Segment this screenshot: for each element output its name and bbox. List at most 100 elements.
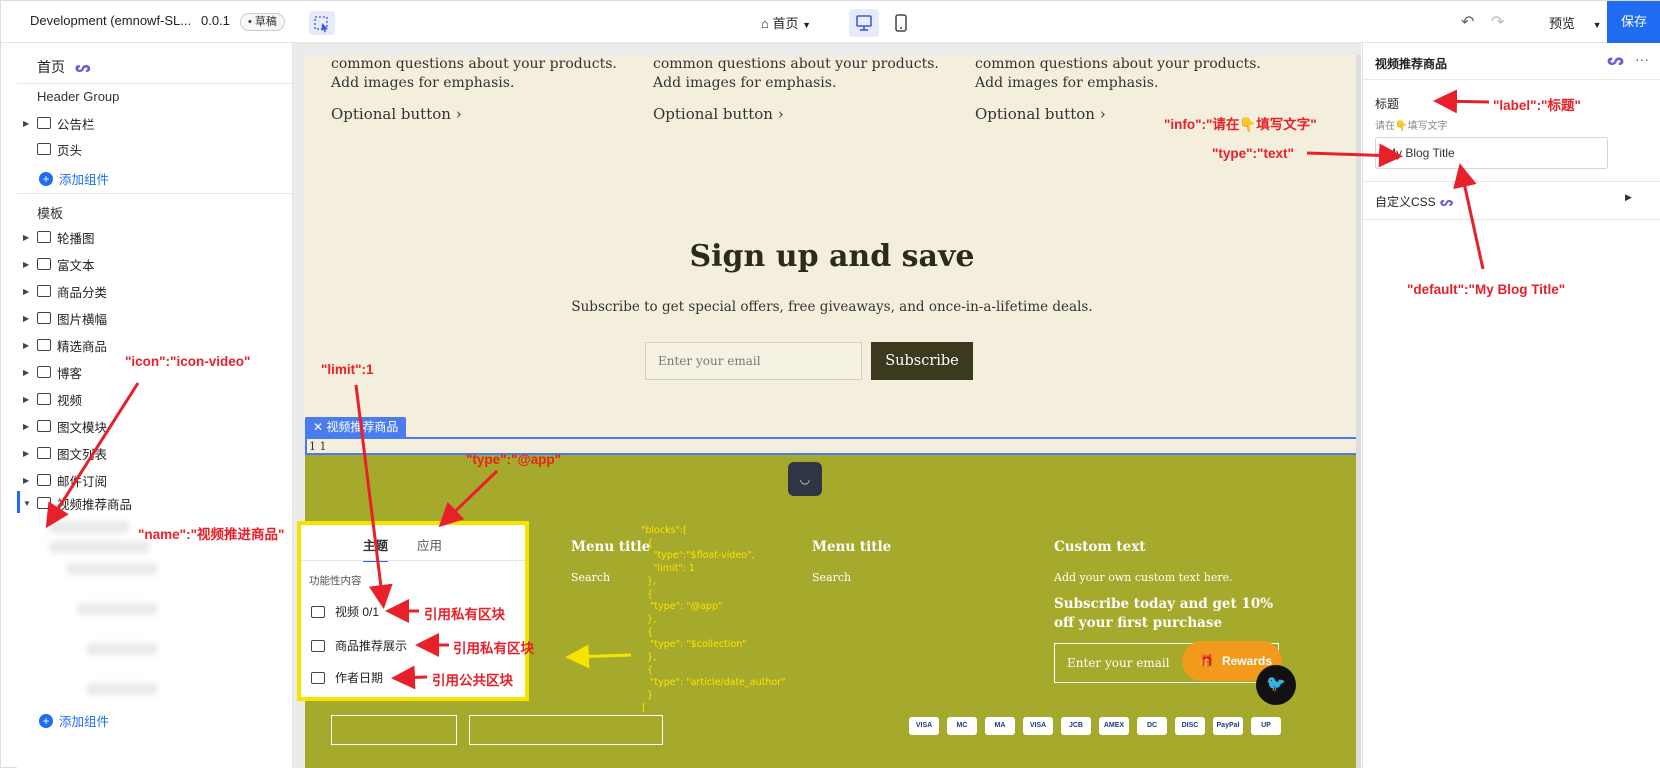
email-input[interactable]: Enter your email	[645, 342, 862, 380]
preview-label: 预览	[1549, 16, 1576, 31]
brand-logo-icon: ᔕ	[1439, 195, 1454, 209]
canvas-scrollbar[interactable]	[1356, 55, 1361, 768]
footer-promo: Subscribe today and get 10% off your fir…	[1054, 596, 1274, 631]
add-component-button[interactable]: + 添加组件	[39, 169, 109, 188]
tree-item-blog[interactable]: ▶ 博客	[23, 362, 82, 382]
annotation-public-block: 引用公共区块	[432, 673, 513, 688]
undo-icon[interactable]: ↶	[1461, 12, 1474, 32]
tab-theme[interactable]: 主题	[363, 535, 389, 562]
signup-subtitle: Subscribe to get special offers, free gi…	[571, 299, 1093, 315]
signup-title: Sign up and save	[689, 239, 975, 274]
app-title: Development (emnowf-SL...	[30, 13, 192, 28]
tree-item-category[interactable]: ▶ 商品分类	[23, 281, 107, 301]
tree-item-featured[interactable]: ▶ 精选商品	[23, 335, 107, 355]
more-icon[interactable]: ···	[1635, 51, 1649, 67]
preview-dropdown[interactable]: 预览 ▼	[1549, 13, 1602, 32]
payment-card-icon: DC	[1137, 717, 1167, 735]
divider	[17, 193, 293, 194]
json-overlay: "blocks":[ { "type":"$float-video", "lim…	[641, 525, 786, 714]
eye-closed-icon[interactable]: ◡	[788, 462, 822, 496]
caret-right-icon: ▶	[23, 340, 30, 350]
announcement-icon	[37, 117, 51, 129]
annotation-name: "name":"视频推进商品"	[138, 527, 285, 542]
title-input[interactable]: My Blog Title	[1375, 137, 1608, 169]
plus-icon: +	[39, 171, 53, 186]
annotation-label: "label":"标题"	[1493, 98, 1581, 113]
chevron-down-icon: ▼	[1592, 20, 1602, 30]
image-icon	[37, 231, 51, 243]
custom-css-toggle[interactable]: 自定义CSS ᔕ	[1375, 193, 1453, 210]
selected-section-outline[interactable]: 1 1	[305, 437, 1359, 455]
top-bar: Development (emnowf-SL... 0.0.1 • 草稿 ⌂ 首…	[1, 1, 1660, 43]
editor-app: Development (emnowf-SL... 0.0.1 • 草稿 ⌂ 首…	[0, 0, 1660, 768]
caret-right-icon: ▶	[23, 367, 30, 377]
app-version: 0.0.1	[201, 13, 230, 28]
chevron-down-icon: ▼	[802, 20, 812, 30]
divider	[1363, 79, 1660, 80]
popup-item-video[interactable]: 视频 0/1	[311, 603, 379, 620]
category-icon	[37, 285, 51, 297]
tree-item-video-products[interactable]: ▼ 视频推荐商品	[23, 493, 132, 513]
tree-item-newsletter[interactable]: ▶ 邮件订阅	[23, 470, 107, 490]
payment-card-icon: PayPal	[1213, 717, 1243, 735]
tree-item-banner[interactable]: ▶ 图片横幅	[23, 308, 107, 328]
optional-button[interactable]: Optional button ›	[331, 105, 462, 123]
bird-chat-icon[interactable]: 🐦	[1256, 665, 1296, 705]
payment-card-icon: MC	[947, 717, 977, 735]
annotation-type-text: "type":"text"	[1212, 146, 1294, 161]
popup-item-author-date[interactable]: 作者日期	[311, 669, 383, 686]
gift-icon: 🎁	[1199, 654, 1214, 668]
desktop-view-button[interactable]	[849, 9, 879, 37]
payment-card-icon: VISA	[1023, 717, 1053, 735]
page-select-label: 首页	[772, 16, 799, 31]
tree-item-image-text[interactable]: ▶ 图文模块	[23, 416, 107, 436]
video-icon	[37, 393, 51, 405]
right-panel: 视频推荐商品 ᔕ ··· 标题 请在👇填写文字 My Blog Title 自定…	[1362, 43, 1660, 768]
tree-item-carousel[interactable]: ▶ 轮播图	[23, 227, 95, 247]
payment-card-icon: MA	[985, 717, 1015, 735]
caret-right-icon: ▶	[23, 313, 30, 323]
footer-select-box[interactable]	[331, 715, 457, 745]
add-component-button[interactable]: + 添加组件	[39, 711, 109, 730]
divider	[1363, 181, 1660, 182]
subscribe-button[interactable]: Subscribe	[871, 342, 973, 380]
mobile-view-button[interactable]	[888, 9, 914, 37]
payment-card-icon: DISC	[1175, 717, 1205, 735]
caret-right-icon[interactable]: ▶	[1625, 192, 1632, 203]
annotation-type-app: "type":"@app"	[466, 452, 562, 467]
divider	[301, 560, 525, 561]
caret-right-icon: ▶	[23, 394, 30, 404]
blurred-item	[49, 521, 129, 533]
tree-item-rich-text[interactable]: ▶ 富文本	[23, 254, 95, 274]
header-group-label: Header Group	[37, 89, 120, 104]
tree-item-video[interactable]: ▶ 视频	[23, 389, 82, 409]
tree-item-announcement[interactable]: ▶ 公告栏	[23, 113, 95, 133]
optional-button[interactable]: Optional button ›	[975, 105, 1106, 123]
tab-app[interactable]: 应用	[417, 535, 442, 554]
annotation-icon: "icon":"icon-video"	[125, 354, 251, 369]
footer-select-box[interactable]	[469, 715, 663, 745]
redo-icon[interactable]: ↷	[1491, 12, 1504, 32]
selected-section-tag[interactable]: ✕ 视频推荐商品	[305, 417, 407, 437]
page-select[interactable]: ⌂ 首页 ▼	[761, 13, 811, 32]
popup-item-product-showcase[interactable]: 商品推荐展示	[311, 637, 407, 654]
blog-icon	[37, 366, 51, 378]
tree-item-image-list[interactable]: ▶ 图文列表	[23, 443, 107, 463]
save-button[interactable]: 保存	[1607, 1, 1660, 43]
tree-item-header[interactable]: 页头	[23, 139, 82, 159]
desktop-icon	[856, 15, 872, 31]
column-text: common questions about your products. Ad…	[975, 56, 1261, 91]
draft-badge: • 草稿	[240, 13, 285, 31]
footer-search-link[interactable]: Search	[571, 571, 610, 584]
brand-logo-icon: ᔕ	[1607, 52, 1625, 69]
optional-button[interactable]: Optional button ›	[653, 105, 784, 123]
text-icon	[37, 258, 51, 270]
annotation-default: "default":"My Blog Title"	[1407, 282, 1566, 297]
payment-card-icon: JCB	[1061, 717, 1091, 735]
block-icon	[311, 605, 325, 618]
footer-search-link[interactable]: Search	[812, 571, 851, 584]
select-tool-button[interactable]	[309, 11, 335, 35]
footer-custom-text: Add your own custom text here.	[1054, 571, 1233, 584]
column-text: common questions about your products. Ad…	[653, 56, 939, 91]
blurred-item	[87, 643, 157, 655]
